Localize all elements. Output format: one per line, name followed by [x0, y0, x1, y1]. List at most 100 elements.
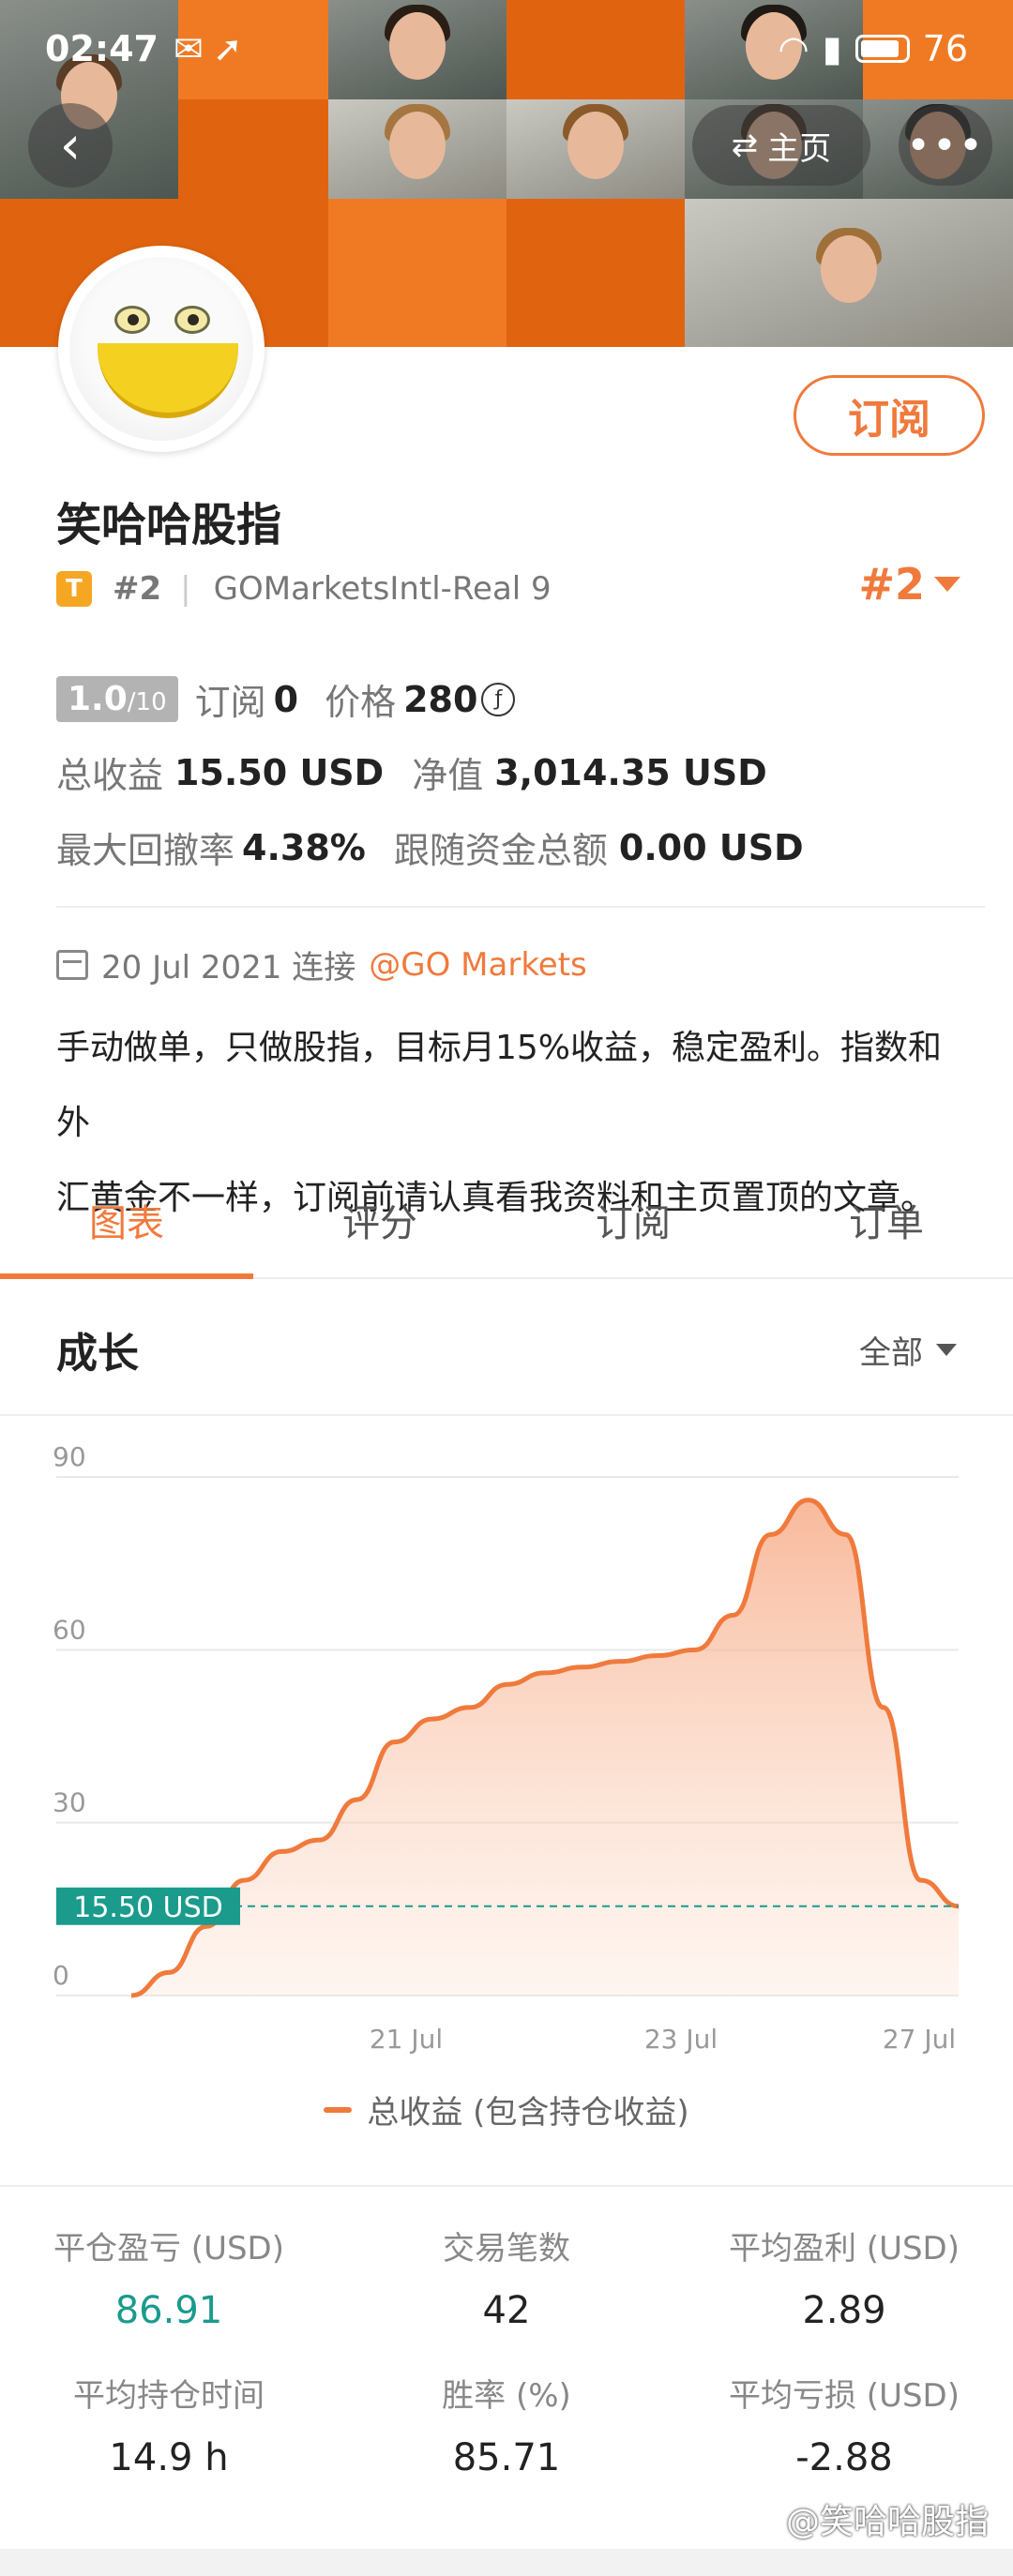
divider	[56, 906, 985, 908]
summary-cell: 交易笔数 42	[338, 2222, 675, 2332]
status-time: 02:47	[45, 28, 159, 69]
tab-bar: 图表 评分 订阅 订单	[0, 1163, 1013, 1279]
avatar-banana	[98, 343, 238, 418]
watermark: @笑哈哈股指	[785, 2503, 989, 2541]
trader-name: 笑哈哈股指	[56, 499, 282, 551]
summary-value: 2.89	[802, 2289, 886, 2332]
stats-row-1: 1.0/10 订阅 0 价格 280 ƒ	[56, 673, 516, 725]
battery-icon	[854, 35, 910, 63]
max-drawdown-label: 最大回撤率	[56, 830, 235, 871]
area-fill	[131, 1499, 959, 1996]
y-tick-label: 30	[53, 1787, 86, 1818]
status-bar: 02:47 ✉ ➚ ◠ ▮ 76	[0, 0, 1013, 98]
back-button[interactable]: ‹	[28, 103, 113, 188]
range-filter[interactable]: 全部	[859, 1327, 957, 1373]
profile-page: 02:47 ✉ ➚ ◠ ▮ 76 ‹ ⇄ 主页 ••• 订阅 笑哈哈股指 T #…	[0, 0, 1013, 2576]
join-row: 20 Jul 2021 连接 @GO Markets	[56, 942, 587, 987]
separator: |	[180, 570, 191, 608]
total-profit-value: 15.50 USD	[174, 751, 385, 793]
stats-row-2: 总收益 15.50 USD 净值 3,014.35 USD	[56, 746, 767, 798]
legend-label: 总收益 (包含持仓收益)	[367, 2094, 689, 2132]
trader-type-badge: T	[56, 571, 92, 607]
home-label: 主页	[767, 129, 832, 168]
home-button[interactable]: ⇄ 主页	[692, 105, 870, 186]
summary-grid: 平仓盈亏 (USD) 86.91 交易笔数 42 平均盈利 (USD) 2.89 平均持仓时…	[0, 2222, 1013, 2479]
follow-funds-value: 0.00 USD	[618, 826, 804, 868]
max-drawdown-value: 4.38%	[242, 826, 366, 868]
reference-label: 15.50 USD	[73, 1891, 223, 1924]
signal-icon: ▮	[822, 28, 842, 69]
follow-funds-label: 跟随资金总额	[393, 830, 608, 871]
summary-label: 平均盈利 (USD)	[729, 2230, 960, 2267]
summary-cell: 平均持仓时间 14.9 h	[0, 2370, 338, 2479]
swap-icon: ⇄	[731, 127, 759, 164]
equity-label: 净值	[412, 755, 484, 796]
battery-level: 76	[922, 28, 968, 69]
section-title: 成长	[56, 1330, 139, 1378]
banner-photo	[328, 99, 506, 199]
y-tick-label: 90	[53, 1441, 86, 1472]
rank-big-label: #2	[858, 559, 925, 610]
summary-label: 交易笔数	[443, 2230, 570, 2267]
range-filter-label: 全部	[859, 1333, 923, 1372]
broker-link[interactable]: @GO Markets	[369, 946, 587, 984]
rank-small: #2	[113, 570, 162, 608]
summary-label: 平仓盈亏 (USD)	[53, 2230, 284, 2267]
coin-icon: ƒ	[481, 682, 516, 716]
banner-tile	[178, 99, 328, 199]
equity-value: 3,014.35 USD	[494, 751, 767, 793]
summary-cell: 平仓盈亏 (USD) 86.91	[0, 2222, 338, 2332]
avatar[interactable]	[58, 246, 265, 452]
bottom-strip	[0, 2549, 1013, 2576]
meta-row: T #2 | GOMarketsIntl-Real 9	[56, 570, 552, 608]
summary-value: 86.91	[114, 2289, 223, 2332]
summary-label: 平均亏损 (USD)	[729, 2377, 960, 2415]
banner-photo	[685, 199, 1013, 347]
total-profit-label: 总收益	[56, 755, 164, 796]
summary-label: 平均持仓时间	[73, 2377, 265, 2415]
y-tick-label: 0	[53, 1960, 69, 1991]
banner-tile	[328, 199, 506, 347]
growth-chart-svg: 90 60 30 0 15.50 USD 21 Jul 23 Jul 27 Jul	[53, 1441, 960, 2055]
tab-chart[interactable]: 图表	[0, 1163, 253, 1279]
calendar-icon	[56, 949, 88, 980]
summary-value: 85.71	[452, 2436, 561, 2479]
avatar-eye	[114, 306, 150, 334]
price-value: 280	[403, 678, 478, 720]
banner-tile	[506, 199, 685, 347]
mail-icon: ✉	[173, 28, 204, 69]
caret-down-icon	[934, 577, 960, 592]
tab-rating[interactable]: 评分	[253, 1163, 506, 1277]
summary-label: 胜率 (%)	[442, 2377, 571, 2415]
tab-subscribe[interactable]: 订阅	[506, 1163, 760, 1277]
banner-photo	[506, 99, 685, 199]
description-line: 手动做单，只做股指，目标月15%收益，稳定盈利。指数和外	[56, 1029, 943, 1142]
summary-value: 42	[482, 2289, 531, 2332]
legend-swatch	[324, 2106, 353, 2113]
growth-chart: 90 60 30 0 15.50 USD 21 Jul 23 Jul 27 Jul	[0, 1416, 1013, 2194]
y-tick-label: 60	[53, 1614, 86, 1645]
price-label: 价格	[325, 682, 397, 723]
summary-cell: 平均亏损 (USD) -2.88	[675, 2370, 1013, 2479]
chart-legend: 总收益 (包含持仓收益)	[0, 2086, 1013, 2132]
wifi-icon: ◠	[778, 28, 809, 69]
caret-down-icon	[936, 1343, 957, 1356]
tab-orders[interactable]: 订单	[760, 1163, 1013, 1277]
summary-value: 14.9 h	[109, 2436, 229, 2479]
stats-row-3: 最大回撤率 4.38% 跟随资金总额 0.00 USD	[56, 821, 804, 873]
x-tick-label: 21 Jul	[370, 2024, 443, 2055]
subscribe-button[interactable]: 订阅	[794, 375, 985, 456]
summary-divider	[0, 2185, 1013, 2187]
rank-dropdown[interactable]: #2	[858, 559, 960, 610]
send-icon: ➚	[212, 28, 243, 69]
subscribe-count-label: 订阅	[194, 682, 266, 723]
subscribe-count: 0	[273, 678, 299, 720]
summary-cell: 胜率 (%) 85.71	[338, 2370, 675, 2479]
x-tick-label: 27 Jul	[883, 2024, 956, 2055]
more-icon: •••	[906, 121, 985, 170]
more-button[interactable]: •••	[899, 105, 992, 186]
chevron-left-icon: ‹	[59, 114, 82, 176]
join-date: 20 Jul 2021 连接	[101, 949, 356, 987]
account-name: GOMarketsIntl-Real 9	[213, 570, 552, 608]
avatar-plate	[69, 257, 253, 441]
